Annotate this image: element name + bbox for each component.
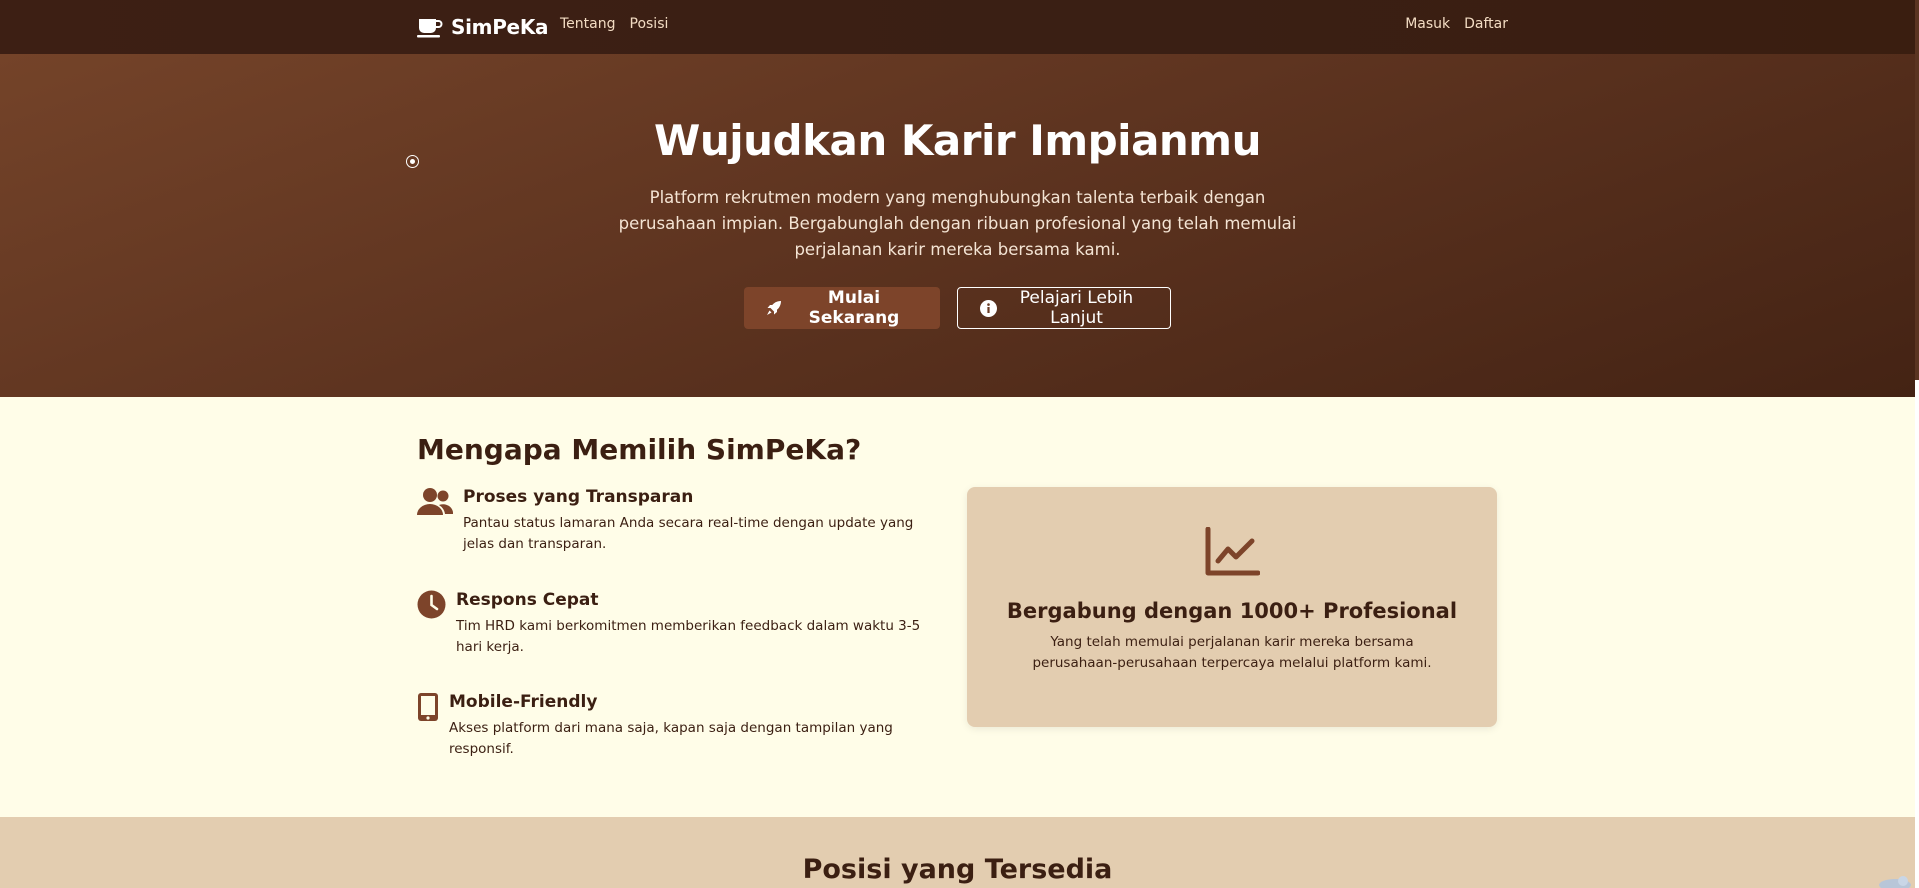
start-now-button[interactable]: Mulai Sekarang (744, 287, 940, 329)
brand-logo[interactable]: SimPeKa (417, 12, 549, 42)
learn-more-button[interactable]: Pelajari Lebih Lanjut (957, 287, 1171, 329)
feature-text: Akses platform dari mana saja, kapan saj… (449, 720, 893, 757)
feature-fast-response: Respons Cepat Tim HRD kami berkomitmen m… (417, 590, 946, 658)
card-title: Bergabung dengan 1000+ Profesional (1006, 599, 1458, 623)
nav-link-daftar[interactable]: Daftar (1464, 16, 1508, 32)
start-now-label: Mulai Sekarang (808, 288, 900, 328)
hero-buttons: Mulai Sekarang Pelajari Lebih Lanjut (0, 287, 1915, 329)
hero-title: Wujudkan Karir Impianmu (654, 116, 1261, 165)
nav-link-masuk[interactable]: Masuk (1405, 16, 1450, 32)
scrollbar-thumb[interactable] (1915, 0, 1919, 380)
clock-icon (417, 590, 446, 619)
info-circle-icon (980, 299, 997, 317)
hero-section: Wujudkan Karir Impianmu Platform rekrutm… (0, 54, 1915, 397)
mobile-icon (418, 693, 438, 721)
feature-title: Mobile-Friendly (449, 692, 598, 712)
rocket-icon (767, 301, 781, 315)
nav-link-posisi[interactable]: Posisi (630, 16, 669, 32)
cat-mascot-icon (1879, 876, 1911, 888)
line-chart-icon (1205, 527, 1260, 576)
professionals-card: Bergabung dengan 1000+ Profesional Yang … (967, 487, 1497, 727)
feature-title: Proses yang Transparan (463, 487, 694, 507)
positions-title: Posisi yang Tersedia (802, 854, 1113, 885)
feature-mobile-friendly: Mobile-Friendly Akses platform dari mana… (417, 692, 919, 760)
feature-transparent: Proses yang Transparan Pantau status lam… (417, 487, 933, 555)
brand-name: SimPeKa (451, 15, 549, 39)
card-text: Yang telah memulai perjalanan karir mere… (1032, 634, 1432, 671)
learn-more-label: Pelajari Lebih Lanjut (1019, 288, 1134, 328)
feature-text: Pantau status lamaran Anda secara real-t… (463, 515, 914, 552)
scrollbar-track[interactable] (1915, 0, 1919, 888)
feature-title: Respons Cepat (456, 590, 599, 610)
nav-left-links: Tentang Posisi (560, 16, 668, 32)
users-icon (417, 488, 453, 515)
positions-section: Posisi yang Tersedia (0, 817, 1915, 888)
hero-subtitle: Platform rekrutmen modern yang menghubun… (618, 188, 1297, 259)
why-section-title: Mengapa Memilih SimPeKa? (417, 433, 862, 466)
coffee-cup-icon (417, 19, 443, 38)
feature-text: Tim HRD kami berkomitmen memberikan feed… (456, 618, 921, 655)
nav-right-links: Masuk Daftar (1405, 16, 1508, 32)
nav-link-tentang[interactable]: Tentang (560, 16, 616, 32)
top-navbar: SimPeKa Tentang Posisi Masuk Daftar (0, 0, 1915, 54)
